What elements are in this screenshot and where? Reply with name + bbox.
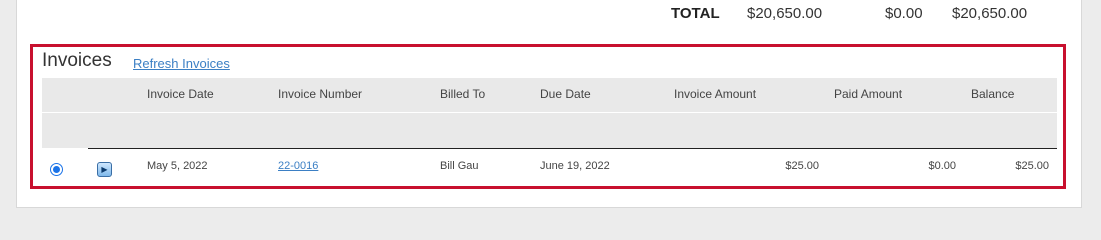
invoices-filter-row	[42, 112, 1057, 148]
invoices-title: Invoices	[42, 50, 112, 71]
cell-invoice-number-link[interactable]: 22-0016	[278, 160, 318, 172]
totals-label: TOTAL	[671, 5, 720, 22]
totals-row: TOTAL $20,650.00 $0.00 $20,650.00	[0, 0, 1101, 30]
chevron-right-icon: ▶	[101, 164, 108, 174]
column-header-due-date[interactable]: Due Date	[540, 87, 591, 101]
cell-billed-to: Bill Gau	[440, 160, 479, 172]
cell-invoice-date: May 5, 2022	[147, 160, 208, 172]
totals-balance: $20,650.00	[952, 5, 1028, 22]
totals-paid-amount: $0.00	[885, 5, 923, 22]
column-header-paid-amount[interactable]: Paid Amount	[834, 87, 902, 101]
row-select-radio[interactable]	[50, 163, 63, 176]
column-header-invoice-amount[interactable]: Invoice Amount	[674, 87, 756, 101]
cell-invoice-amount: $25.00	[785, 160, 819, 172]
row-expand-button[interactable]: ▶	[97, 162, 112, 177]
column-header-balance[interactable]: Balance	[971, 87, 1014, 101]
totals-invoice-amount: $20,650.00	[747, 5, 823, 22]
cell-paid-amount: $0.00	[928, 160, 956, 172]
cell-balance: $25.00	[1015, 160, 1049, 172]
refresh-invoices-link[interactable]: Refresh Invoices	[133, 56, 230, 71]
table-row[interactable]: ▶ May 5, 2022 22-0016 Bill Gau June 19, …	[42, 149, 1057, 185]
cell-due-date: June 19, 2022	[540, 160, 610, 172]
invoices-table-header: Invoice Date Invoice Number Billed To Du…	[42, 78, 1057, 112]
column-header-invoice-date[interactable]: Invoice Date	[147, 87, 214, 101]
column-header-billed-to[interactable]: Billed To	[440, 87, 485, 101]
column-header-invoice-number[interactable]: Invoice Number	[278, 87, 362, 101]
